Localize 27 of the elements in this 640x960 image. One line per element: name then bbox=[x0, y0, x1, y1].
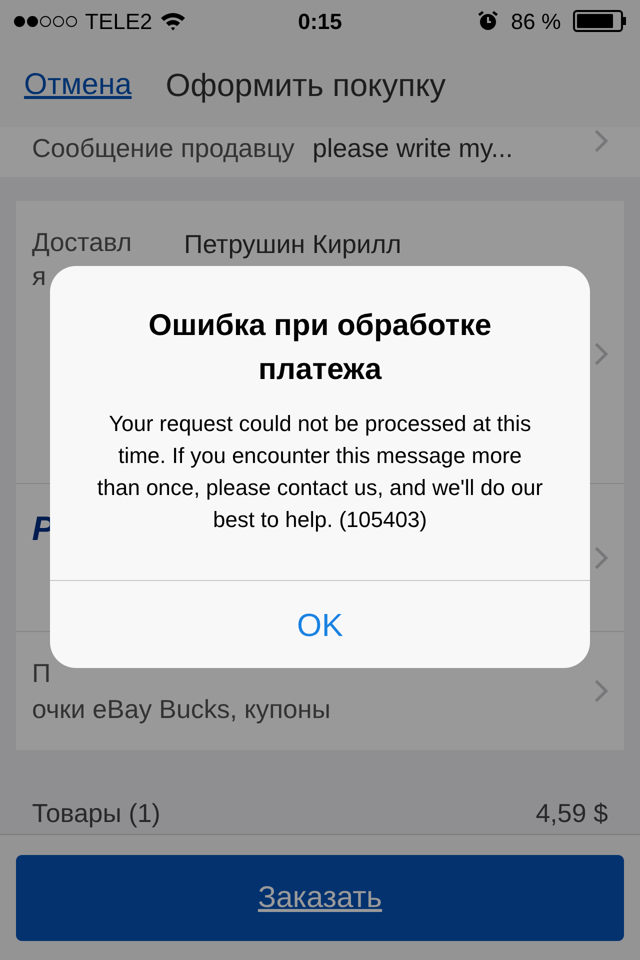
cancel-link[interactable]: Отмена bbox=[24, 62, 132, 107]
row-label: Доставл bbox=[32, 226, 133, 259]
row-label: Сообщение продавцу bbox=[32, 132, 294, 165]
chevron-right-icon bbox=[594, 129, 608, 153]
alarm-clock-icon bbox=[476, 10, 499, 32]
row-value: please write my... bbox=[312, 132, 514, 165]
ok-button[interactable]: OK bbox=[50, 580, 590, 668]
chevron-right-icon bbox=[594, 679, 608, 703]
chevron-right-icon bbox=[594, 546, 608, 570]
alert-message: Your request could not be processed at this time. If you encounter this message more than once, please contact us, and we'll do our best to help. (105403) bbox=[96, 410, 544, 534]
total-label: Товары (1) bbox=[32, 797, 160, 830]
alert-title: Ошибка при обработке платежа bbox=[148, 308, 492, 388]
order-button[interactable]: Заказать bbox=[16, 854, 624, 940]
seller-message-row[interactable]: Сообщение продавцу please write my... bbox=[0, 127, 640, 177]
carrier-name: TELE2 bbox=[85, 8, 152, 36]
page-title: Оформить покупку bbox=[166, 66, 446, 105]
row-label: П bbox=[32, 657, 52, 690]
clock-time: 0:15 bbox=[296, 8, 344, 36]
signal-strength-icon bbox=[14, 16, 77, 26]
row-label: я bbox=[32, 260, 48, 293]
row-label: очки eBay Bucks, купоны bbox=[32, 693, 332, 726]
wifi-icon bbox=[160, 11, 186, 31]
total-value: 4,59 $ bbox=[536, 797, 608, 830]
chevron-right-icon bbox=[594, 342, 608, 366]
recipient-name: Петрушин Кирилл bbox=[184, 228, 402, 261]
battery-percent: 86 % bbox=[510, 8, 561, 36]
battery-icon bbox=[573, 10, 626, 32]
